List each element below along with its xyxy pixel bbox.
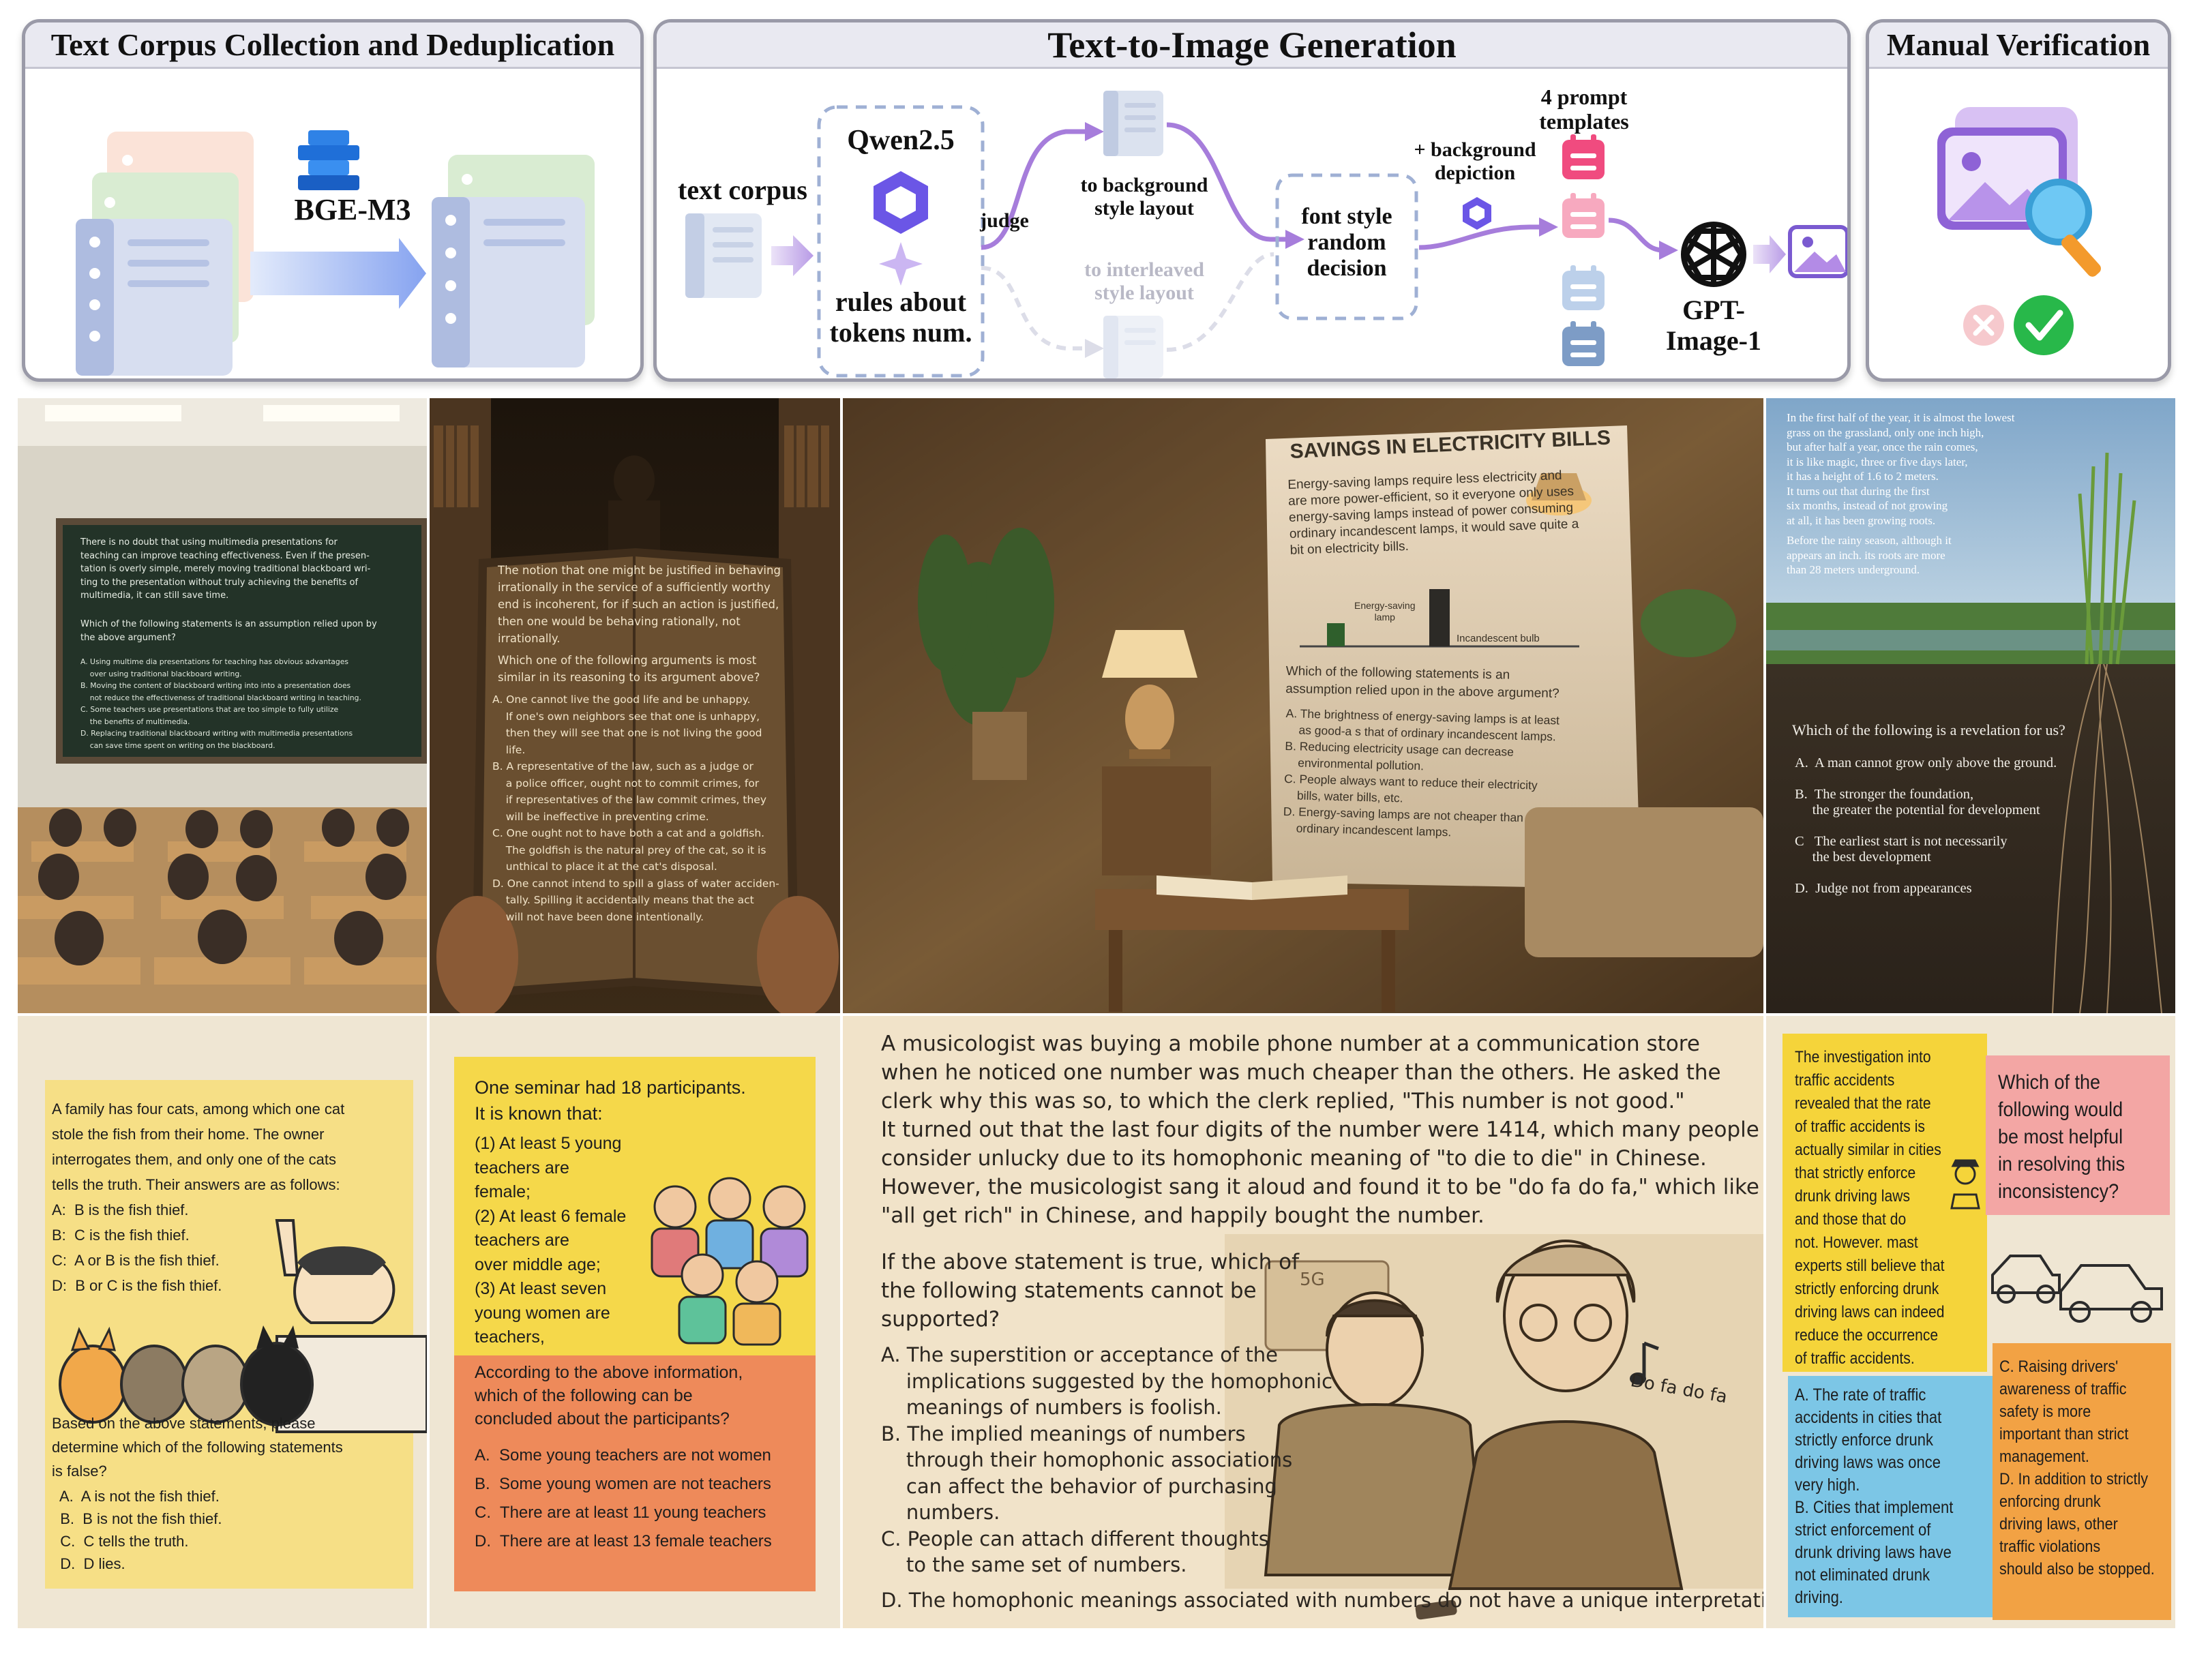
cross-icon bbox=[1963, 305, 2004, 346]
background-layout-doc-icon bbox=[1103, 91, 1163, 156]
classroom-options: A. Using multime dia presentations for t… bbox=[80, 657, 361, 750]
cats-options: A. A is not the fish thief. B. B is not … bbox=[59, 1488, 222, 1572]
rules-label: rules about tokens num. bbox=[829, 286, 972, 348]
example-musicologist: A musicologist was buying a mobile phone… bbox=[843, 1016, 1763, 1628]
background-layout-label: to background style layout bbox=[1080, 174, 1208, 220]
traffic-options-ab: A. The rate of traffic accidents in citi… bbox=[1795, 1385, 1954, 1607]
traffic-options-cd: C. Raising drivers' awareness of traffic… bbox=[1999, 1358, 2155, 1578]
book-passage: The notion that one might be justified i… bbox=[498, 564, 781, 645]
deduplicated-documents-icon bbox=[432, 155, 595, 368]
grass-options: A. A man cannot grow only above the grou… bbox=[1795, 755, 2057, 896]
cars-icon bbox=[1991, 1255, 2163, 1323]
qwen-logo-icon bbox=[874, 171, 928, 234]
interleaved-layout-doc-icon bbox=[1103, 316, 1163, 378]
text-to-image-panel: Text-to-Image Generation text corpus Qwe… bbox=[653, 19, 1851, 382]
corpus-dedup-panel: Text Corpus Collection and Deduplication bbox=[22, 19, 644, 382]
book-question: Which one of the following arguments is … bbox=[498, 654, 760, 684]
background-depiction-label: + background depiction bbox=[1414, 138, 1536, 184]
cats-passage: A family has four cats, among which one … bbox=[52, 1100, 345, 1294]
checkmark-icon bbox=[2014, 295, 2074, 355]
example-classroom: There is no doubt that using multimedia … bbox=[18, 398, 427, 1013]
prompt-template-icons bbox=[1562, 134, 1605, 366]
text-corpus-label: text corpus bbox=[678, 175, 807, 205]
text-corpus-icon bbox=[685, 213, 762, 298]
bge-logo-icon bbox=[298, 130, 359, 190]
panel-title: Text Corpus Collection and Deduplication bbox=[25, 22, 640, 69]
seminar-intro: One seminar had 18 participants. It is k… bbox=[475, 1077, 746, 1124]
savings-options: A. The brightness of energy-saving lamps… bbox=[1283, 706, 1560, 839]
magnifier-icon bbox=[2025, 179, 2101, 277]
book-options: A. One cannot live the good life and be … bbox=[492, 693, 779, 923]
traffic-passage: The investigation into traffic accidents… bbox=[1795, 1048, 1945, 1368]
output-image-icon bbox=[1788, 225, 1847, 278]
example-seminar: One seminar had 18 participants. It is k… bbox=[430, 1016, 840, 1628]
judge-label: judge bbox=[980, 209, 1029, 232]
sparkle-icon bbox=[879, 242, 923, 286]
example-library-book: The notion that one might be justified i… bbox=[430, 398, 840, 1013]
cats-question: Based on the above statements, please de… bbox=[52, 1415, 343, 1480]
arrow-icon bbox=[1753, 235, 1786, 273]
interleaved-layout-label: to interleaved style layout bbox=[1084, 258, 1204, 304]
seminar-question: According to the above information, whic… bbox=[475, 1363, 743, 1428]
font-decision-label: font style random decision bbox=[1301, 204, 1392, 282]
manual-verification-panel: Manual Verification bbox=[1866, 19, 2171, 382]
prompt-templates-label: 4 prompt templates bbox=[1539, 85, 1629, 134]
verification-illustration bbox=[1937, 107, 2101, 355]
panel-title: Manual Verification bbox=[1869, 22, 2168, 69]
savings-question: Which of the following statements is an … bbox=[1285, 663, 1560, 701]
example-savings-room: SAVINGS IN ELECTRICITY BILLS Energy-savi… bbox=[843, 398, 1763, 1013]
openai-logo-icon bbox=[1681, 222, 1746, 287]
seminar-facts: (1) At least 5 young teachers are female… bbox=[475, 1134, 627, 1347]
example-cats: A family has four cats, among which one … bbox=[18, 1016, 427, 1628]
grass-question: Which of the following is a revelation f… bbox=[1792, 721, 2065, 738]
store-sign: 5G bbox=[1300, 1270, 1325, 1290]
musicologist-options: A. The superstition or acceptance of the… bbox=[881, 1343, 1333, 1576]
qwen-small-icon bbox=[1463, 197, 1491, 230]
incandescent-label: Incandescent bulb bbox=[1457, 633, 1540, 644]
gpt-image-label: GPT- Image-1 bbox=[1666, 295, 1761, 356]
classroom-passage: There is no doubt that using multimedia … bbox=[80, 537, 371, 601]
musicologist-question: If the above statement is true, which of… bbox=[881, 1250, 1299, 1332]
model-label: BGE-M3 bbox=[294, 193, 411, 226]
classroom-question: Which of the following statements is an … bbox=[80, 619, 377, 643]
traffic-question: Which of the following would be most hel… bbox=[1998, 1071, 2125, 1203]
arrow-icon bbox=[771, 235, 814, 276]
lamp-shade bbox=[1102, 630, 1197, 678]
energy-saving-bar bbox=[1327, 623, 1345, 646]
energy-saving-label: Energy-saving lamp bbox=[1354, 600, 1416, 622]
example-traffic: The investigation into traffic accidents… bbox=[1766, 1016, 2175, 1628]
example-grass-roots: In the first half of the year, it is alm… bbox=[1766, 398, 2175, 1013]
qwen-label: Qwen2.5 bbox=[847, 125, 955, 156]
seminar-options: A. Some young teachers are not women B. … bbox=[475, 1446, 772, 1550]
musicologist-passage: A musicologist was buying a mobile phone… bbox=[881, 1032, 1759, 1228]
savings-passage: Energy-saving lamps require less electri… bbox=[1287, 468, 1579, 558]
grass-passage-2: Before the rainy season, although it app… bbox=[1787, 534, 1952, 576]
dedup-arrow-icon bbox=[250, 238, 426, 309]
document-stack-icon bbox=[76, 132, 254, 376]
musicologist-option-d: D. The homophonic meanings associated wi… bbox=[881, 1589, 1763, 1612]
incandescent-bar bbox=[1429, 589, 1450, 646]
grass-passage-1: In the first half of the year, it is alm… bbox=[1787, 411, 2015, 527]
